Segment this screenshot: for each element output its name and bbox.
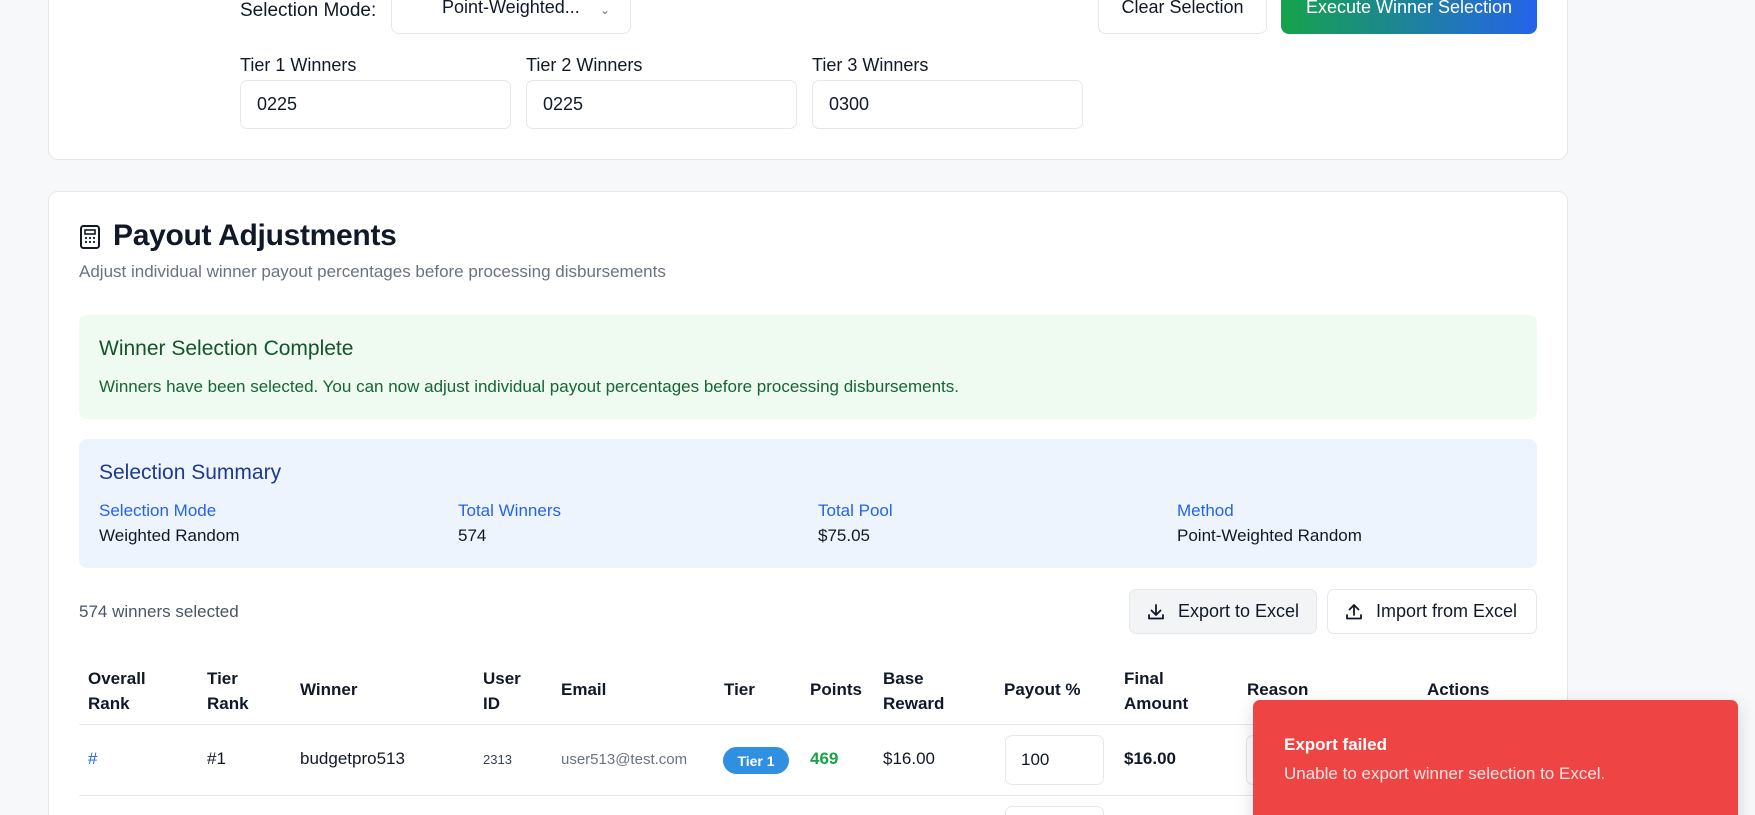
page-title: Payout Adjustments	[113, 219, 397, 252]
summary-key-selection-mode: Selection Mode	[99, 501, 217, 520]
col-winner: Winner	[300, 680, 358, 699]
winner-name: budgetpro513	[300, 749, 405, 768]
selection-summary: Selection Summary Selection Mode Weighte…	[79, 439, 1537, 568]
col-user-id: User ID	[483, 669, 521, 713]
summary-title: Selection Summary	[99, 461, 282, 484]
summary-key-total-pool: Total Pool	[818, 501, 893, 520]
error-toast[interactable]: Export failed Unable to export winner se…	[1253, 700, 1738, 815]
col-final-amount: Final Amount	[1124, 669, 1189, 713]
base-reward: $16.00	[883, 749, 935, 768]
selection-mode-value: Point-Weighted...	[442, 0, 580, 17]
payout-percent-input[interactable]	[1005, 806, 1104, 815]
col-email: Email	[561, 680, 607, 699]
import-label: Import from Excel	[1376, 601, 1518, 621]
tier-rank: #1	[207, 749, 226, 768]
overall-rank-link[interactable]: #	[88, 749, 97, 769]
col-points: Points	[810, 680, 862, 699]
col-tier: Tier	[724, 680, 755, 699]
col-payout-pct: Payout %	[1004, 680, 1081, 699]
col-tier-rank: Tier Rank	[207, 669, 249, 713]
user-id: 2313	[483, 752, 512, 767]
points: 469	[810, 749, 839, 768]
page-subtitle: Adjust individual winner payout percenta…	[79, 262, 666, 281]
selection-mode-select[interactable]: Point-Weighted... ⌄	[391, 0, 631, 34]
success-alert-title: Winner Selection Complete	[99, 337, 354, 360]
summary-value-total-pool: $75.05	[818, 526, 870, 545]
summary-value-method: Point-Weighted Random	[1177, 526, 1362, 545]
col-base-reward: Base Reward	[883, 669, 945, 713]
selection-mode-label: Selection Mode:	[240, 0, 377, 21]
final-amount: $16.00	[1124, 749, 1176, 768]
toast-title: Export failed	[1284, 735, 1387, 754]
col-overall-rank: Overall Rank	[88, 669, 146, 713]
tier-badge: Tier 1	[723, 747, 789, 774]
clear-selection-button[interactable]: Clear Selection	[1098, 0, 1267, 34]
winners-count: 574 winners selected	[79, 602, 239, 621]
download-icon	[1148, 603, 1164, 619]
success-alert: Winner Selection Complete Winners have b…	[79, 315, 1537, 419]
summary-value-selection-mode: Weighted Random	[99, 526, 240, 545]
export-label: Export to Excel	[1178, 601, 1300, 621]
execute-winner-selection-button[interactable]: Execute Winner Selection	[1281, 0, 1537, 34]
col-actions: Actions	[1427, 680, 1490, 699]
tier-3-label: Tier 3 Winners	[812, 55, 929, 75]
email: user513@test.com	[561, 751, 688, 768]
col-reason: Reason	[1247, 680, 1309, 699]
success-alert-text: Winners have been selected. You can now …	[99, 377, 959, 396]
summary-key-method: Method	[1177, 501, 1234, 520]
tier-1-label: Tier 1 Winners	[240, 55, 357, 75]
import-from-excel-button[interactable]: Import from Excel	[1327, 589, 1537, 634]
summary-value-total-winners: 574	[458, 526, 487, 545]
summary-key-total-winners: Total Winners	[458, 501, 561, 520]
chevron-down-icon: ⌄	[599, 3, 610, 17]
tier-2-label: Tier 2 Winners	[526, 55, 643, 75]
toast-message: Unable to export winner selection to Exc…	[1284, 764, 1606, 783]
tier-2-winners-input[interactable]: 0225	[526, 80, 797, 129]
tier-1-winners-input[interactable]: 0225	[240, 80, 511, 129]
upload-icon	[1346, 603, 1362, 619]
calculator-icon	[80, 225, 100, 249]
tier-3-winners-input[interactable]: 0300	[812, 80, 1083, 129]
export-to-excel-button[interactable]: Export to Excel	[1129, 589, 1317, 634]
payout-percent-input[interactable]: 100	[1005, 735, 1104, 785]
